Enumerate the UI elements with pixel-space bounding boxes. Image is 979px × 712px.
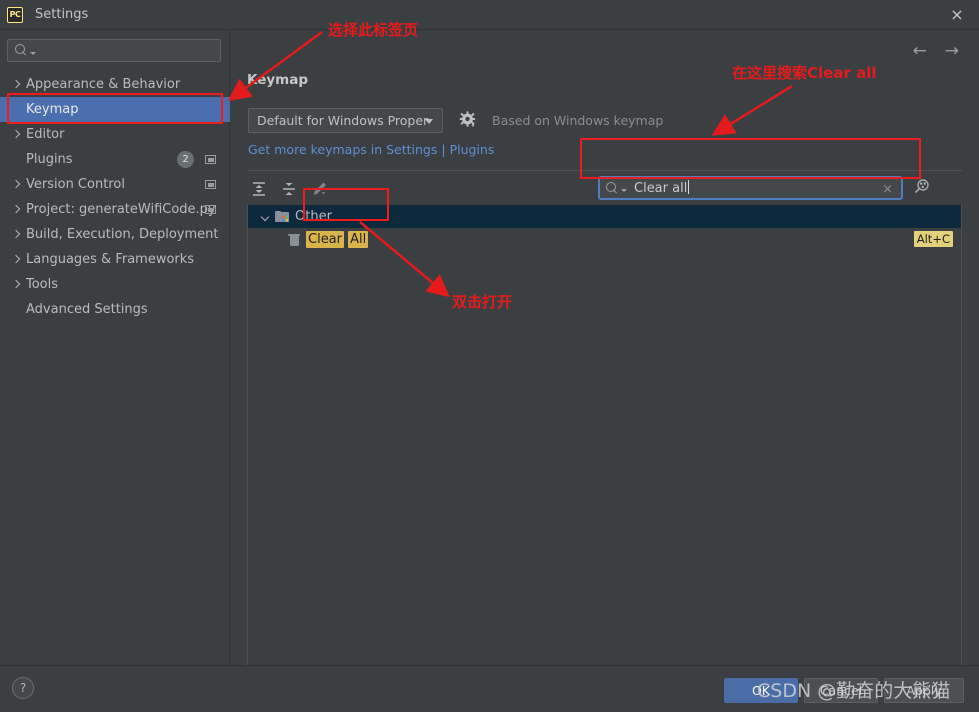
keymap-search-value: Clear all	[634, 181, 688, 196]
chevron-right-icon	[10, 229, 22, 241]
sidebar-item-label: Appearance & Behavior	[26, 77, 181, 92]
collapse-all-icon[interactable]	[278, 178, 300, 200]
sidebar-item-label: Tools	[26, 277, 59, 292]
settings-category-tree: Appearance & Behavior Keymap Editor Plug…	[0, 72, 230, 322]
keymap-search-input[interactable]: Clear all ×	[598, 176, 903, 200]
keymap-toolbar	[248, 175, 330, 203]
action-label: Clear All	[306, 231, 369, 248]
sidebar-item-project[interactable]: Project: generateWifiCode.py	[0, 197, 230, 222]
based-on-label: Based on Windows keymap	[492, 113, 664, 128]
table-row[interactable]: Clear All Alt+C	[248, 228, 961, 251]
keymap-select-value: Default for Windows Proper	[257, 113, 429, 128]
title-bar: PC Settings	[0, 0, 979, 30]
chevron-right-icon	[10, 129, 22, 141]
window-title: Settings	[35, 7, 89, 22]
toolbar-divider	[247, 170, 962, 171]
chevron-right-icon	[10, 204, 22, 216]
keymap-results-tree: Other Clear All Alt+C	[247, 205, 962, 668]
sidebar-item-keymap[interactable]: Keymap	[0, 97, 230, 122]
settings-dialog: PC Settings × Appearance & Behavior Keym…	[0, 0, 979, 712]
sidebar-item-label: Build, Execution, Deployment	[26, 227, 219, 242]
text-cursor	[688, 180, 690, 194]
project-scope-icon	[205, 155, 216, 164]
search-icon	[15, 44, 28, 57]
settings-sidebar: Appearance & Behavior Keymap Editor Plug…	[0, 30, 230, 665]
sidebar-item-advanced-settings[interactable]: Advanced Settings	[0, 297, 230, 322]
pycharm-icon: PC	[7, 6, 23, 23]
sidebar-item-tools[interactable]: Tools	[0, 272, 230, 297]
no-chevron-icon	[10, 154, 22, 166]
search-dropdown-caret-icon	[621, 189, 627, 192]
get-more-keymaps-link[interactable]: Get more keymaps in Settings | Plugins	[248, 142, 494, 157]
sidebar-item-version-control[interactable]: Version Control	[0, 172, 230, 197]
clear-search-icon[interactable]: ×	[882, 182, 893, 197]
chevron-right-icon	[10, 279, 22, 291]
close-icon[interactable]: ×	[945, 4, 969, 26]
chevron-down-icon	[425, 119, 433, 124]
ok-button[interactable]: OK	[724, 678, 798, 703]
chevron-down-icon[interactable]	[260, 211, 272, 223]
sidebar-item-label: Languages & Frameworks	[26, 252, 195, 267]
get-more-keymaps-text: Get more keymaps in Settings	[248, 142, 438, 157]
sidebar-item-label: Project: generateWifiCode.py	[26, 202, 216, 217]
help-icon[interactable]: ?	[12, 677, 34, 699]
project-scope-icon	[205, 205, 216, 214]
plugins-link-text[interactable]: Plugins	[450, 142, 495, 157]
action-label-part: All	[348, 231, 369, 248]
sidebar-item-build-execution-deployment[interactable]: Build, Execution, Deployment	[0, 222, 230, 247]
group-label: Other	[295, 209, 332, 224]
expand-all-icon[interactable]	[248, 178, 270, 200]
sidebar-item-label: Version Control	[26, 177, 125, 192]
nav-back-icon[interactable]: ←	[913, 43, 927, 60]
cancel-button[interactable]: Cancel	[804, 678, 878, 703]
search-icon	[606, 181, 619, 195]
sidebar-item-label: Plugins	[26, 152, 73, 167]
keymap-select[interactable]: Default for Windows Proper	[248, 108, 443, 133]
sidebar-search-input[interactable]	[7, 39, 221, 62]
find-shortcut-icon[interactable]	[912, 177, 932, 197]
sidebar-item-appearance-behavior[interactable]: Appearance & Behavior	[0, 72, 230, 97]
sidebar-item-languages-frameworks[interactable]: Languages & Frameworks	[0, 247, 230, 272]
trash-icon	[288, 233, 300, 247]
no-chevron-icon	[10, 104, 22, 116]
chevron-right-icon	[10, 254, 22, 266]
apply-button[interactable]: Apply	[884, 678, 964, 703]
edit-pencil-icon[interactable]	[308, 178, 330, 200]
table-row[interactable]: Other	[248, 205, 961, 228]
gear-icon[interactable]	[458, 110, 478, 130]
action-label-part: Clear	[306, 231, 344, 248]
keymap-panel: ← → Keymap Default for Windows Proper Ba…	[230, 30, 979, 668]
chevron-right-icon	[10, 79, 22, 91]
page-title: Keymap	[247, 72, 309, 88]
sidebar-item-editor[interactable]: Editor	[0, 122, 230, 147]
shortcut-badge: Alt+C	[913, 231, 953, 247]
sidebar-item-plugins[interactable]: Plugins 2	[0, 147, 230, 172]
folder-icon	[275, 210, 289, 223]
plugins-update-badge: 2	[177, 151, 194, 168]
sidebar-item-label: Keymap	[26, 102, 79, 117]
panel-navigation: ← →	[913, 43, 960, 60]
nav-forward-icon[interactable]: →	[945, 43, 959, 60]
chevron-right-icon	[10, 179, 22, 191]
search-dropdown-caret-icon	[30, 51, 36, 55]
no-chevron-icon	[10, 304, 22, 316]
sidebar-item-label: Editor	[26, 127, 65, 142]
link-separator: |	[437, 142, 450, 157]
sidebar-item-label: Advanced Settings	[26, 302, 148, 317]
project-scope-icon	[205, 180, 216, 189]
